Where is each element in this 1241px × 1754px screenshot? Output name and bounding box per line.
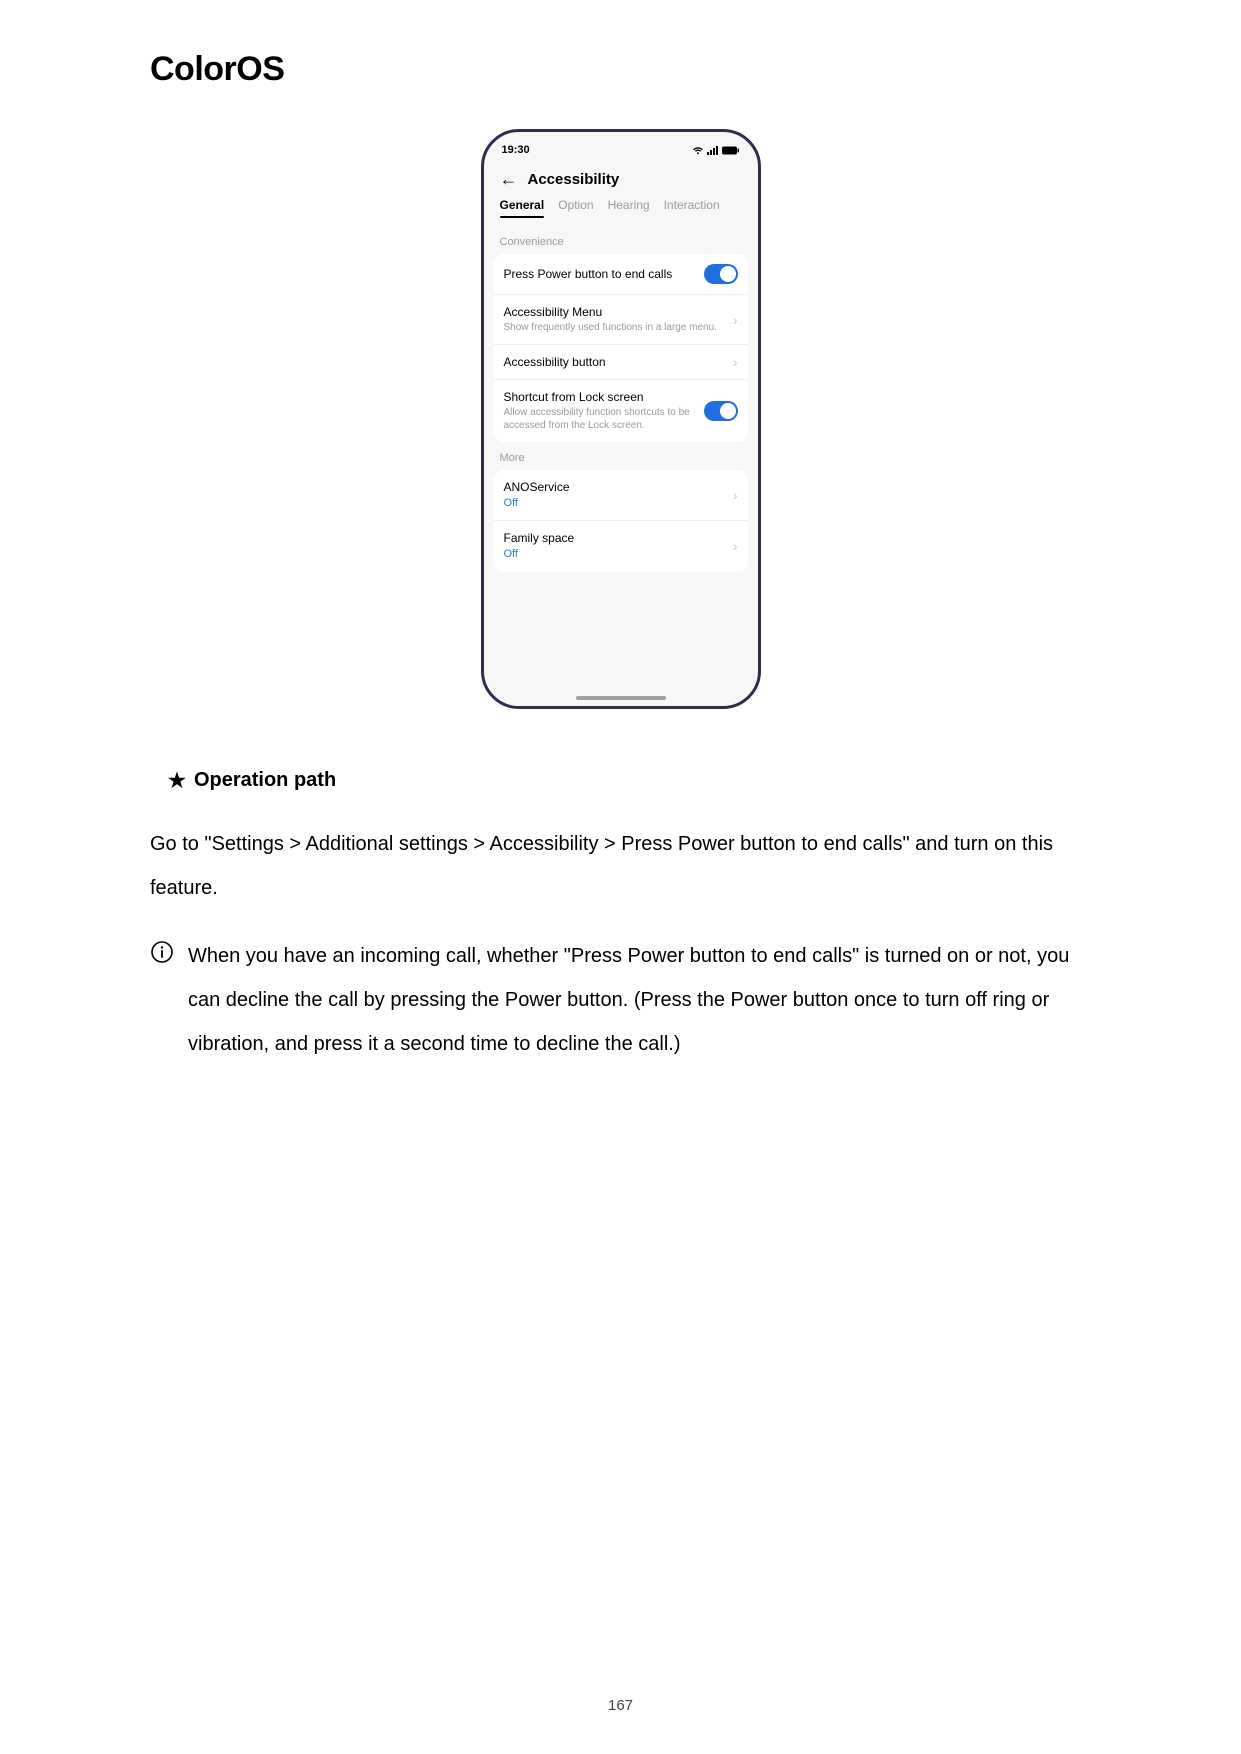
screen-title: Accessibility: [528, 171, 620, 188]
toggle-switch[interactable]: [704, 401, 738, 421]
row-shortcut-lock-screen[interactable]: Shortcut from Lock screen Allow accessib…: [494, 380, 748, 442]
signal-icon: [707, 146, 719, 155]
info-note-block: When you have an incoming call, whether …: [150, 934, 1091, 1066]
phone-illustration-wrap: 19:30 ← Accessibility General Option Hea…: [150, 129, 1091, 709]
row-subtitle: Show frequently used functions in a larg…: [504, 321, 725, 334]
row-title: Family space: [504, 531, 725, 545]
row-status: Off: [504, 547, 725, 561]
row-title: Shortcut from Lock screen: [504, 390, 696, 404]
operation-path-heading: ★ Operation path: [168, 769, 1091, 792]
status-bar: 19:30: [494, 142, 748, 162]
back-icon[interactable]: ←: [500, 170, 518, 188]
home-indicator: [576, 696, 666, 700]
tab-interaction[interactable]: Interaction: [664, 198, 720, 218]
row-power-end-calls[interactable]: Press Power button to end calls: [494, 254, 748, 295]
tab-general[interactable]: General: [500, 198, 545, 218]
row-content: Accessibility button: [504, 355, 725, 369]
document-page: ColorOS 19:30 ← Accessibility General Op…: [0, 0, 1241, 1754]
chevron-right-icon: ›: [733, 313, 738, 327]
chevron-right-icon: ›: [733, 539, 738, 553]
wifi-icon: [692, 146, 704, 155]
section-label-convenience: Convenience: [494, 226, 748, 254]
page-number: 167: [0, 1697, 1241, 1714]
row-content: Press Power button to end calls: [504, 267, 696, 281]
info-note-text: When you have an incoming call, whether …: [188, 934, 1091, 1066]
toggle-switch[interactable]: [704, 264, 738, 284]
battery-icon: [722, 146, 740, 155]
operation-path-body: Go to "Settings > Additional settings > …: [150, 822, 1091, 910]
tab-bar: General Option Hearing Interaction: [494, 198, 748, 226]
tab-hearing[interactable]: Hearing: [608, 198, 650, 218]
row-anoservice[interactable]: ANOService Off ›: [494, 470, 748, 521]
row-title: ANOService: [504, 480, 725, 494]
status-icons: [692, 146, 740, 155]
row-accessibility-button[interactable]: Accessibility button ›: [494, 345, 748, 380]
row-content: Accessibility Menu Show frequently used …: [504, 305, 725, 334]
row-family-space[interactable]: Family space Off ›: [494, 521, 748, 571]
star-icon: ★: [168, 771, 186, 791]
settings-list-convenience: Press Power button to end calls Accessib…: [494, 254, 748, 442]
operation-path-label: Operation path: [194, 769, 336, 792]
row-subtitle: Allow accessibility function shortcuts t…: [504, 406, 696, 432]
info-icon: [150, 940, 174, 964]
row-title: Press Power button to end calls: [504, 267, 696, 281]
tab-option[interactable]: Option: [558, 198, 593, 218]
row-status: Off: [504, 496, 725, 510]
row-title: Accessibility Menu: [504, 305, 725, 319]
status-time: 19:30: [502, 144, 530, 156]
row-accessibility-menu[interactable]: Accessibility Menu Show frequently used …: [494, 295, 748, 345]
row-content: ANOService Off: [504, 480, 725, 510]
screen-titlebar: ← Accessibility: [494, 162, 748, 198]
chevron-right-icon: ›: [733, 488, 738, 502]
row-title: Accessibility button: [504, 355, 725, 369]
section-label-more: More: [494, 442, 748, 470]
chevron-right-icon: ›: [733, 355, 738, 369]
row-content: Shortcut from Lock screen Allow accessib…: [504, 390, 696, 432]
phone-frame: 19:30 ← Accessibility General Option Hea…: [481, 129, 761, 709]
brand-logo: ColorOS: [150, 50, 1091, 89]
settings-list-more: ANOService Off › Family space Off ›: [494, 470, 748, 572]
row-content: Family space Off: [504, 531, 725, 561]
